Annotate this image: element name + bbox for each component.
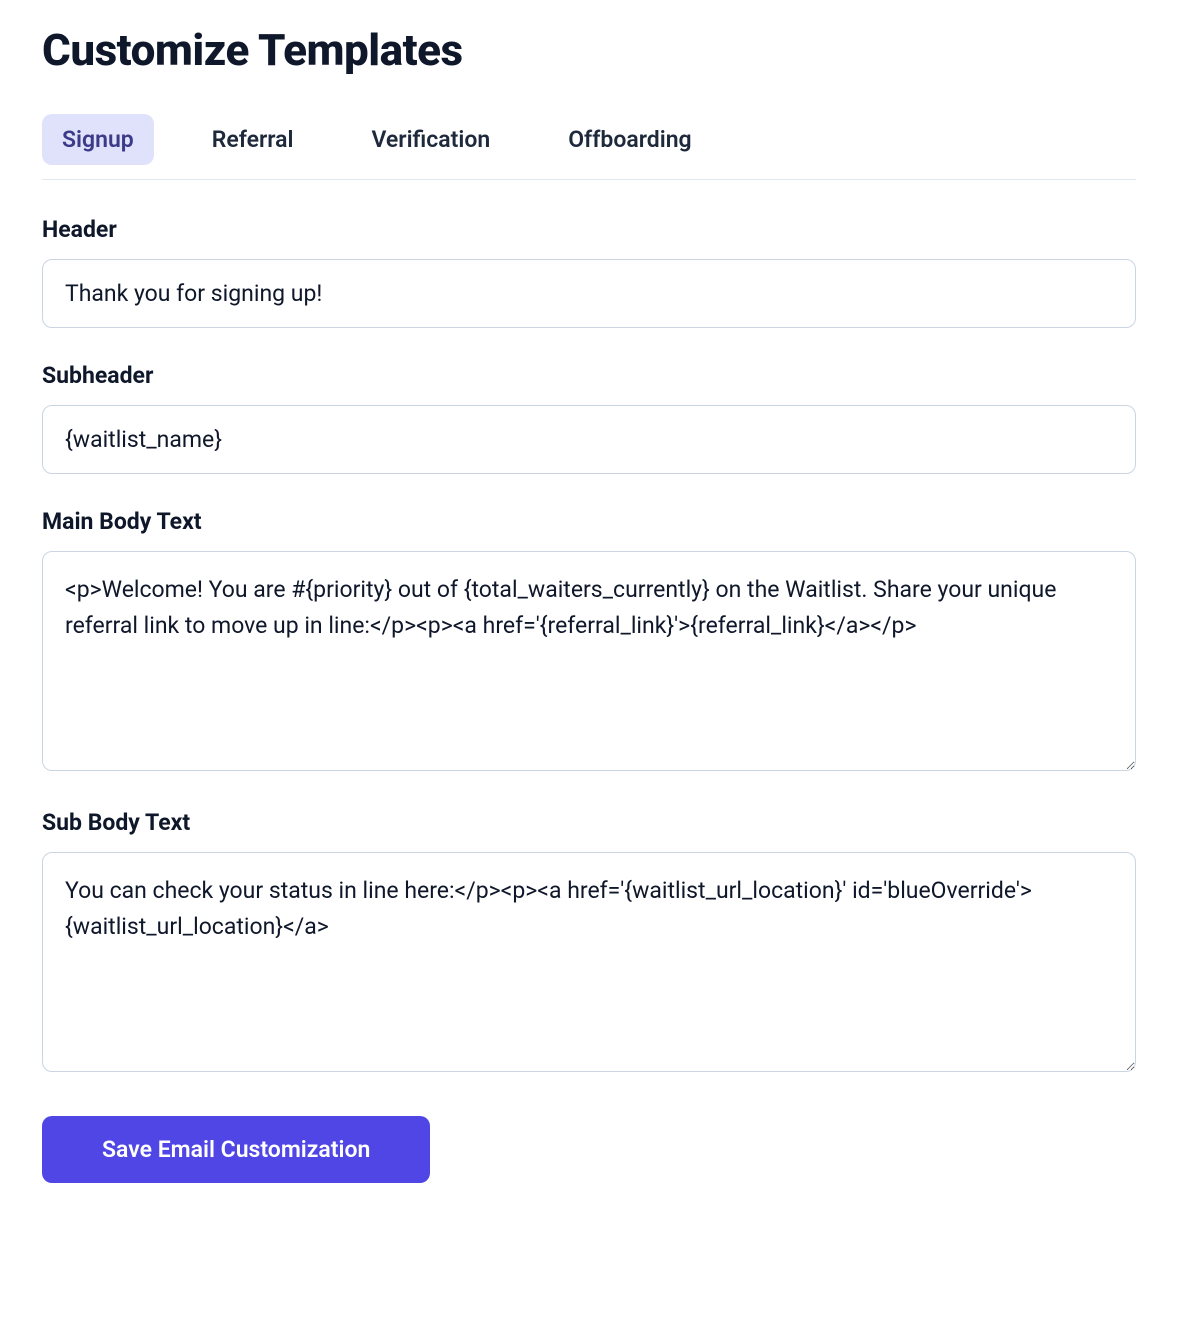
page-title: Customize Templates — [42, 24, 1136, 76]
main-body-textarea[interactable] — [42, 551, 1136, 771]
subheader-input[interactable] — [42, 405, 1136, 474]
tab-signup[interactable]: Signup — [42, 114, 154, 165]
main-body-label: Main Body Text — [42, 508, 1136, 535]
header-input[interactable] — [42, 259, 1136, 328]
sub-body-label: Sub Body Text — [42, 809, 1136, 836]
field-group-sub-body: Sub Body Text — [42, 809, 1136, 1076]
tabs-container: Signup Referral Verification Offboarding — [42, 114, 1136, 180]
field-group-header: Header — [42, 216, 1136, 328]
sub-body-textarea[interactable] — [42, 852, 1136, 1072]
field-group-subheader: Subheader — [42, 362, 1136, 474]
save-button[interactable]: Save Email Customization — [42, 1116, 430, 1183]
header-label: Header — [42, 216, 1136, 243]
tab-referral[interactable]: Referral — [192, 114, 314, 165]
tab-verification[interactable]: Verification — [351, 114, 510, 165]
field-group-main-body: Main Body Text — [42, 508, 1136, 775]
subheader-label: Subheader — [42, 362, 1136, 389]
tab-offboarding[interactable]: Offboarding — [548, 114, 711, 165]
